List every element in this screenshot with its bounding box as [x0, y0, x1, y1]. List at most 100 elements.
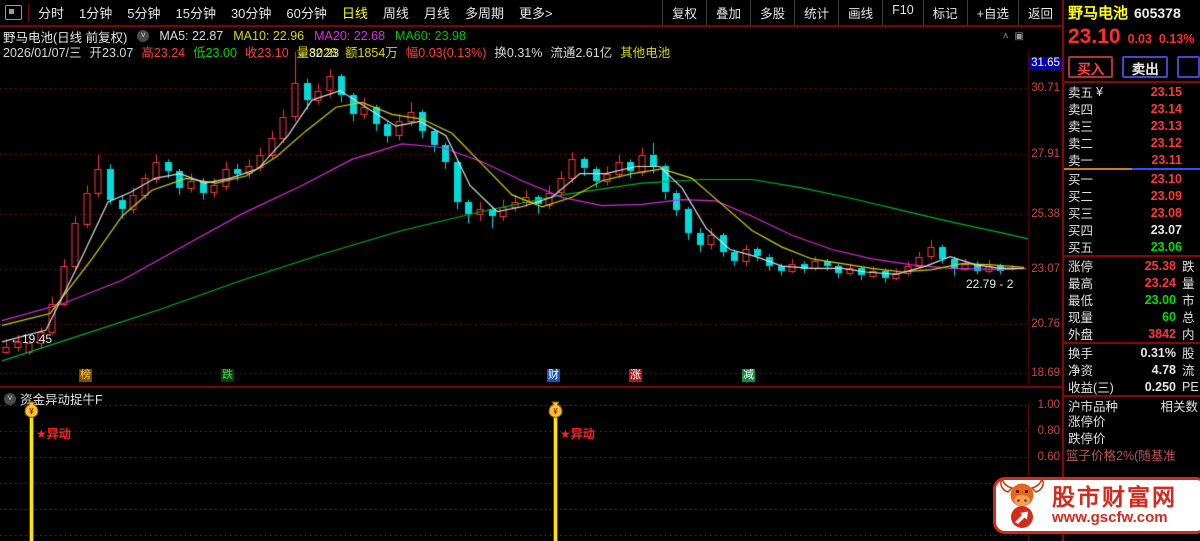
event-marker-涨[interactable]: 涨 — [629, 369, 642, 382]
menu-period-分时[interactable]: 分时 — [38, 3, 64, 22]
pane-separator — [0, 386, 1063, 388]
indicator-axis-label: 0.80 — [1037, 425, 1060, 437]
event-marker-财[interactable]: 财 — [547, 369, 560, 382]
indicator-axis-label: 1.00 — [1037, 399, 1060, 411]
chart-annotation: 22.79 - 2 — [966, 277, 1014, 291]
bid-row-2[interactable]: 买三 23.08 — [1064, 204, 1200, 222]
menu-action-+自选[interactable]: +自选 — [966, 0, 1018, 25]
level-price: 23.10 — [1150, 171, 1182, 186]
buy-button[interactable]: 买入 — [1068, 55, 1114, 78]
action-menu: 复权 叠加 多股 统计 画线 F10 标记 +自选 返回 — [662, 0, 1063, 25]
menu-action-画线[interactable]: 画线 — [838, 0, 882, 25]
indicator-gridline — [0, 483, 1028, 484]
menu-period-多周期[interactable]: 多周期 — [465, 3, 504, 22]
stat-value: 4.78 — [1151, 362, 1176, 377]
section-title-right: 相关数 — [1160, 400, 1198, 414]
bid-row-1[interactable]: 买二 23.09 — [1064, 187, 1200, 205]
axis-max-label: 31.65 — [1029, 57, 1062, 70]
level-price: 23.06 — [1150, 239, 1182, 254]
last-price: 23.10 — [1068, 25, 1121, 48]
stat-value: 0.31% — [1140, 345, 1176, 360]
sell-button[interactable]: 卖出 — [1122, 55, 1168, 78]
level-label: 卖一 — [1068, 154, 1094, 168]
limit-up-price-row: 涨停价 — [1068, 415, 1106, 429]
info-item: 2026/01/07/三 — [3, 45, 82, 60]
level-price: 23.12 — [1150, 135, 1182, 150]
stock-name: 野马电池 — [1068, 5, 1129, 22]
event-marker-跌[interactable]: 跌 — [221, 369, 234, 382]
info-item: 高23.24 — [141, 45, 186, 60]
indicator-gridline — [0, 535, 1028, 536]
menu-divider — [28, 3, 29, 22]
menu-period-日线[interactable]: 日线 — [342, 3, 368, 22]
ask-row-4[interactable]: 卖一 23.11 — [1064, 151, 1200, 169]
chevron-down-icon[interactable]: ˅ — [137, 30, 150, 42]
menu-action-多股[interactable]: 多股 — [750, 0, 794, 25]
menu-action-返回[interactable]: 返回 — [1017, 0, 1063, 25]
menu-period-15分钟[interactable]: 15分钟 — [175, 3, 215, 22]
window-icon[interactable] — [5, 5, 22, 20]
menu-period-1分钟[interactable]: 1分钟 — [79, 3, 112, 22]
bid-row-3[interactable]: 买四 23.07 — [1064, 221, 1200, 239]
menu-action-F10[interactable]: F10 — [882, 0, 923, 25]
axis-label: 27.91 — [1031, 148, 1060, 161]
market-section-header[interactable]: 沪市品种 相关数 — [1064, 397, 1200, 414]
menu-period-60分钟[interactable]: 60分钟 — [286, 3, 326, 22]
indicator-gridline — [0, 405, 1028, 406]
top-menubar: 分时 1分钟 5分钟 15分钟 30分钟 60分钟 日线 周线 月线 多周期 更多> 复权 叠加 多股统… — [0, 0, 1063, 27]
svg-text:¥: ¥ — [29, 407, 34, 416]
ask-row-0[interactable]: 卖五 ¥23.15 — [1064, 83, 1200, 101]
bid-row-4[interactable]: 买五 23.06 — [1064, 238, 1200, 256]
axis-label: 20.76 — [1031, 317, 1060, 330]
bid-row-0[interactable]: 买一 23.10 — [1064, 170, 1200, 188]
basket-price-note: 篮子价格2%(随基准 — [1066, 449, 1176, 463]
candlestick-chart[interactable] — [0, 50, 1030, 386]
info-item: 收23.10 — [244, 45, 289, 60]
menu-period-30分钟[interactable]: 30分钟 — [231, 3, 271, 22]
menu-period-周线[interactable]: 周线 — [383, 3, 409, 22]
indicator-gridline — [0, 457, 1028, 458]
indicator-gridline — [0, 431, 1028, 432]
limit-down-price-row: 跌停价 — [1068, 432, 1106, 446]
stats-block-1: 涨停 25.38 跌最高 23.24 量最低 23.00 市现量 60 总外盘 3842 内 — [1064, 257, 1200, 343]
stat-row-最高: 最高 23.24 量 — [1064, 274, 1200, 292]
level-price: 23.13 — [1150, 118, 1182, 133]
chevron-up-icon[interactable]: ˄ — [1003, 31, 1009, 42]
stat-value: 60 — [1162, 309, 1176, 324]
event-marker-榜[interactable]: 榜 — [79, 369, 92, 382]
stat-clipped-label: 内 — [1182, 328, 1195, 342]
indicator-header[interactable]: ˅ 资金异动捉牛F — [4, 389, 103, 408]
ask-row-3[interactable]: 卖二 23.12 — [1064, 134, 1200, 152]
info-item: 额1854万 — [344, 45, 398, 60]
level-price: 23.14 — [1150, 101, 1182, 116]
panel-icon[interactable]: ▣ — [1015, 31, 1024, 42]
fund-event-line — [29, 414, 34, 541]
axis-label: 25.38 — [1031, 208, 1060, 221]
chart-annotation: ←19.45 — [10, 332, 53, 346]
menu-period-5分钟[interactable]: 5分钟 — [127, 3, 160, 22]
indicator-axis-label: 0.60 — [1037, 451, 1060, 463]
menu-period-更多>[interactable]: 更多> — [519, 3, 553, 22]
stat-label: 收益(三) — [1068, 381, 1114, 395]
menu-action-统计[interactable]: 统计 — [794, 0, 838, 25]
level-price: 23.09 — [1150, 188, 1182, 203]
chevron-down-icon[interactable]: ˅ — [4, 392, 16, 405]
menu-action-标记[interactable]: 标记 — [922, 0, 967, 25]
currency-symbol: ¥ — [1096, 84, 1103, 99]
clipped-button[interactable] — [1176, 55, 1200, 78]
menu-action-复权[interactable]: 复权 — [662, 0, 706, 25]
stat-value: 3842 — [1148, 326, 1176, 341]
stat-clipped-label: PE — [1182, 379, 1199, 394]
info-item: 低23.00 — [193, 45, 237, 60]
stat-value: 23.24 — [1144, 275, 1176, 290]
ask-row-1[interactable]: 卖四 23.14 — [1064, 100, 1200, 118]
menu-period-月线[interactable]: 月线 — [424, 3, 450, 22]
level-price: 23.15 — [1150, 84, 1182, 99]
info-item: 幅0.03(0.13%) — [405, 45, 487, 60]
daily-ohlc-info: 2026/01/07/三 开23.07 高23.24 低23.00 收23.10 量802… — [3, 44, 1060, 60]
event-marker-减[interactable]: 减 — [742, 369, 755, 382]
bid-ladder: 买一 23.10 买二 23.09 买三 23.08 买四 23.07 买五 23.06 — [1064, 170, 1200, 256]
ask-row-2[interactable]: 卖三 23.13 — [1064, 117, 1200, 135]
level-price: 23.07 — [1150, 222, 1182, 237]
menu-action-叠加[interactable]: 叠加 — [706, 0, 750, 25]
